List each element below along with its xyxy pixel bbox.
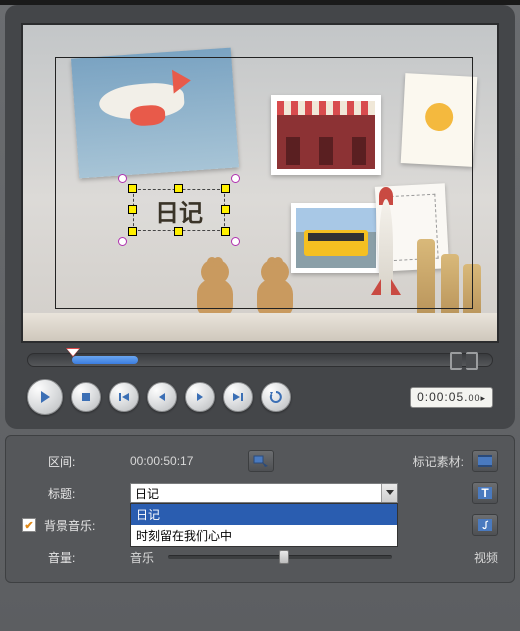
rotate-handle-top-left[interactable] <box>118 174 127 183</box>
svg-text:T: T <box>481 486 489 500</box>
volume-left-label: 音乐 <box>130 549 160 566</box>
section-value: 00:00:50:17 <box>130 454 240 468</box>
prev-frame-button[interactable] <box>147 382 177 412</box>
clip-arrow-icon <box>253 454 269 468</box>
step-back-icon <box>155 390 169 404</box>
volume-right-label: 视频 <box>474 549 498 566</box>
timeline-playhead[interactable] <box>66 348 80 358</box>
properties-panel: 区间: 00:00:50:17 标记素材: 标题: 日记 时刻留在我们心中 <box>5 435 515 583</box>
slider-thumb[interactable] <box>279 550 289 564</box>
skip-start-icon <box>117 390 131 404</box>
next-frame-button[interactable] <box>185 382 215 412</box>
resize-handle-bot-mid[interactable] <box>174 227 183 236</box>
resize-handle-mid-right[interactable] <box>221 205 230 214</box>
repeat-button[interactable] <box>261 382 291 412</box>
volume-slider[interactable] <box>168 549 392 565</box>
title-option[interactable]: 时刻留在我们心中 <box>131 525 397 546</box>
title-option[interactable]: 日记 <box>131 504 397 525</box>
resize-handle-mid-left[interactable] <box>128 205 137 214</box>
title-dropdown-button[interactable] <box>381 484 397 502</box>
resize-handle-top-left[interactable] <box>128 184 137 193</box>
resize-handle-bot-left[interactable] <box>128 227 137 236</box>
title-text-content[interactable]: 日记 <box>133 189 225 231</box>
stop-button[interactable] <box>71 382 101 412</box>
go-end-button[interactable] <box>223 382 253 412</box>
title-input[interactable] <box>130 483 398 503</box>
text-edit-icon: T <box>477 486 493 500</box>
preview-shelf <box>23 313 497 341</box>
title-text-selection[interactable]: 日记 <box>133 189 225 231</box>
rotate-handle-bot-left[interactable] <box>118 237 127 246</box>
title-combobox[interactable]: 日记 时刻留在我们心中 <box>130 483 398 503</box>
title-label: 标题: <box>48 485 122 502</box>
play-button[interactable] <box>27 379 63 415</box>
resize-handle-bot-right[interactable] <box>221 227 230 236</box>
mark-in-button[interactable] <box>450 352 462 370</box>
go-start-button[interactable] <box>109 382 139 412</box>
video-preview[interactable]: 日记 <box>21 23 499 343</box>
mark-out-button[interactable] <box>466 352 478 370</box>
timeline-scrubber[interactable] <box>27 353 493 367</box>
mark-material-label: 标记素材: <box>413 453 464 470</box>
mark-material-button[interactable] <box>472 450 498 472</box>
stop-icon <box>79 390 93 404</box>
bgm-settings-button[interactable] <box>472 514 498 536</box>
title-dropdown-list[interactable]: 日记 时刻留在我们心中 <box>130 503 398 547</box>
title-edit-button[interactable]: T <box>472 482 498 504</box>
play-icon <box>37 389 53 405</box>
section-label: 区间: <box>48 453 122 470</box>
section-settings-button[interactable] <box>248 450 274 472</box>
crop-frame[interactable] <box>55 57 473 309</box>
resize-handle-top-right[interactable] <box>221 184 230 193</box>
bgm-checkbox[interactable] <box>22 518 36 532</box>
skip-end-icon <box>231 390 245 404</box>
bgm-label: 背景音乐: <box>44 517 118 534</box>
timecode-display[interactable]: 0:00:05.00▸ <box>410 387 493 408</box>
rotate-handle-top-right[interactable] <box>231 174 240 183</box>
resize-handle-top-mid[interactable] <box>174 184 183 193</box>
volume-label: 音量: <box>48 549 122 566</box>
chevron-down-icon <box>386 490 394 496</box>
rotate-handle-bot-right[interactable] <box>231 237 240 246</box>
music-clip-icon <box>477 518 493 532</box>
filmstrip-icon <box>477 454 493 468</box>
timeline-progress <box>72 356 138 364</box>
repeat-icon <box>269 390 283 404</box>
step-forward-icon <box>193 390 207 404</box>
